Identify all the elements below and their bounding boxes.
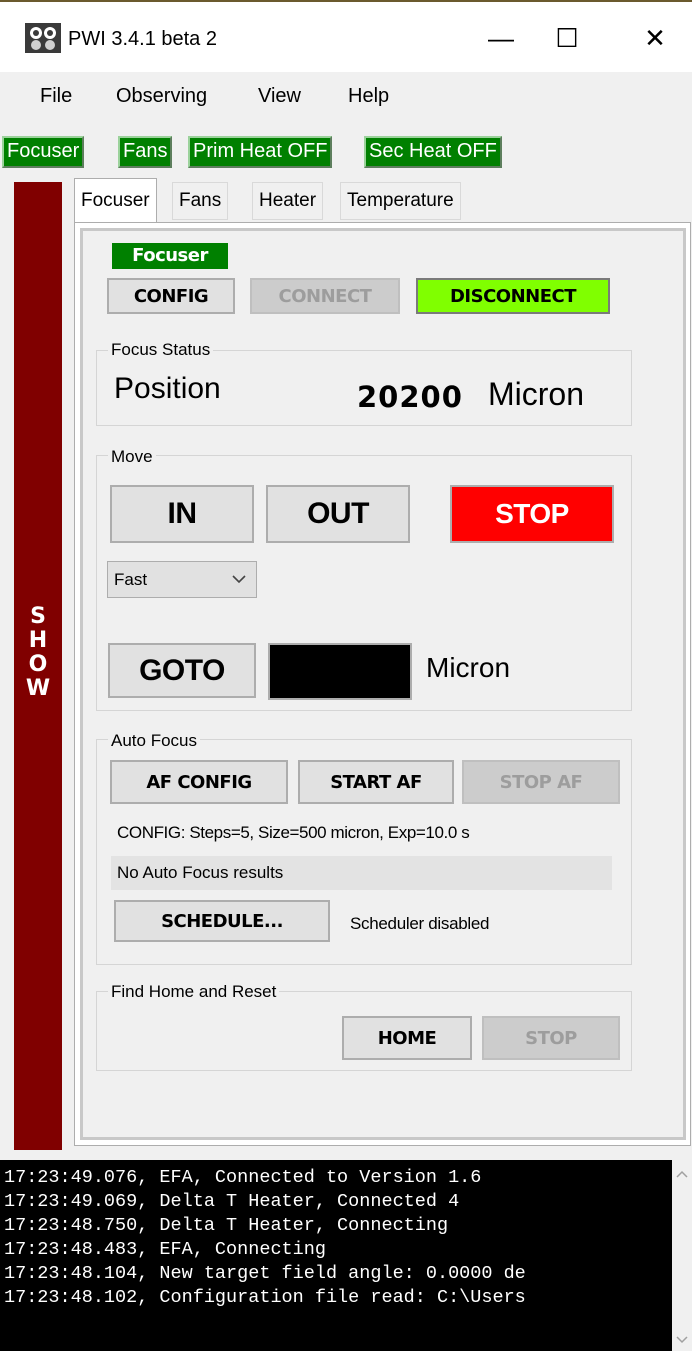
show-letter: H <box>28 628 48 653</box>
toggle-fans[interactable]: Fans <box>118 136 173 168</box>
app-icon <box>25 23 61 53</box>
focus-status-label: Focus Status <box>108 340 214 360</box>
stop-af-button[interactable]: STOP AF <box>462 760 620 804</box>
title-bar: PWI 3.4.1 beta 2 — ☐ ✕ <box>0 0 692 72</box>
tab-heater[interactable]: Heater <box>252 182 324 220</box>
log-console[interactable]: 17:23:49.076, EFA, Connected to Version … <box>0 1160 692 1351</box>
auto-focus-label: Auto Focus <box>108 731 200 751</box>
goto-unit: Micron <box>426 652 511 683</box>
menu-bar <box>0 72 692 126</box>
tab-fans[interactable]: Fans <box>172 182 229 220</box>
show-letter: S <box>30 604 46 629</box>
move-out-button[interactable]: OUT <box>266 485 410 543</box>
tab-focuser[interactable]: Focuser <box>74 178 157 222</box>
home-button[interactable]: HOME <box>342 1016 472 1060</box>
find-home-label: Find Home and Reset <box>108 982 280 1002</box>
position-label: Position <box>114 372 221 405</box>
toggle-prim-heat[interactable]: Prim Heat OFF <box>188 136 333 168</box>
log-line: 17:23:49.076, EFA, Connected to Version … <box>4 1167 482 1188</box>
speed-select[interactable]: Fast <box>107 561 257 598</box>
af-config-button[interactable]: AF CONFIG <box>110 760 288 804</box>
toggle-sec-heat[interactable]: Sec Heat OFF <box>364 136 502 168</box>
move-in-button[interactable]: IN <box>110 485 254 543</box>
close-button[interactable]: ✕ <box>632 18 678 58</box>
menu-file[interactable]: File <box>40 85 72 108</box>
log-scrollbar[interactable] <box>672 1160 692 1351</box>
move-label: Move <box>108 447 156 467</box>
position-value: 20200 <box>357 380 463 414</box>
show-letter: W <box>25 676 51 701</box>
disconnect-button[interactable]: DISCONNECT <box>416 278 610 314</box>
log-line: 17:23:48.750, Delta T Heater, Connecting <box>4 1215 449 1236</box>
show-panel-toggle[interactable]: S H O W <box>14 182 62 1150</box>
goto-button[interactable]: GOTO <box>108 643 256 698</box>
log-line: 17:23:48.102, Configuration file read: C… <box>4 1287 526 1308</box>
log-line: 17:23:48.104, New target field angle: 0.… <box>4 1263 526 1284</box>
log-line: 17:23:49.069, Delta T Heater, Connected … <box>4 1191 460 1212</box>
chevron-down-icon <box>232 575 246 584</box>
toggle-focuser[interactable]: Focuser <box>2 136 85 168</box>
position-unit: Micron <box>488 376 585 412</box>
start-af-button[interactable]: START AF <box>298 760 454 804</box>
show-letter: O <box>28 652 48 677</box>
config-button[interactable]: CONFIG <box>107 278 235 314</box>
log-line: 17:23:48.483, EFA, Connecting <box>4 1239 326 1260</box>
home-stop-button[interactable]: STOP <box>482 1016 620 1060</box>
menu-help[interactable]: Help <box>348 85 389 108</box>
move-stop-button[interactable]: STOP <box>450 485 614 543</box>
maximize-button[interactable]: ☐ <box>544 18 590 58</box>
menu-view[interactable]: View <box>258 85 301 108</box>
minimize-button[interactable]: — <box>478 18 524 58</box>
focuser-badge: Focuser <box>112 243 228 269</box>
af-results: No Auto Focus results <box>111 856 612 890</box>
schedule-button[interactable]: SCHEDULE... <box>114 900 330 942</box>
window-title: PWI 3.4.1 beta 2 <box>68 28 217 50</box>
scroll-down-icon[interactable] <box>676 1336 688 1344</box>
connect-button[interactable]: CONNECT <box>250 278 400 314</box>
scroll-up-icon[interactable] <box>676 1170 688 1178</box>
tab-temperature[interactable]: Temperature <box>340 182 461 220</box>
af-config-summary: CONFIG: Steps=5, Size=500 micron, Exp=10… <box>117 823 470 842</box>
scheduler-status: Scheduler disabled <box>350 914 490 933</box>
goto-input[interactable] <box>268 643 412 700</box>
speed-selected: Fast <box>114 570 148 589</box>
menu-observing[interactable]: Observing <box>116 85 207 108</box>
